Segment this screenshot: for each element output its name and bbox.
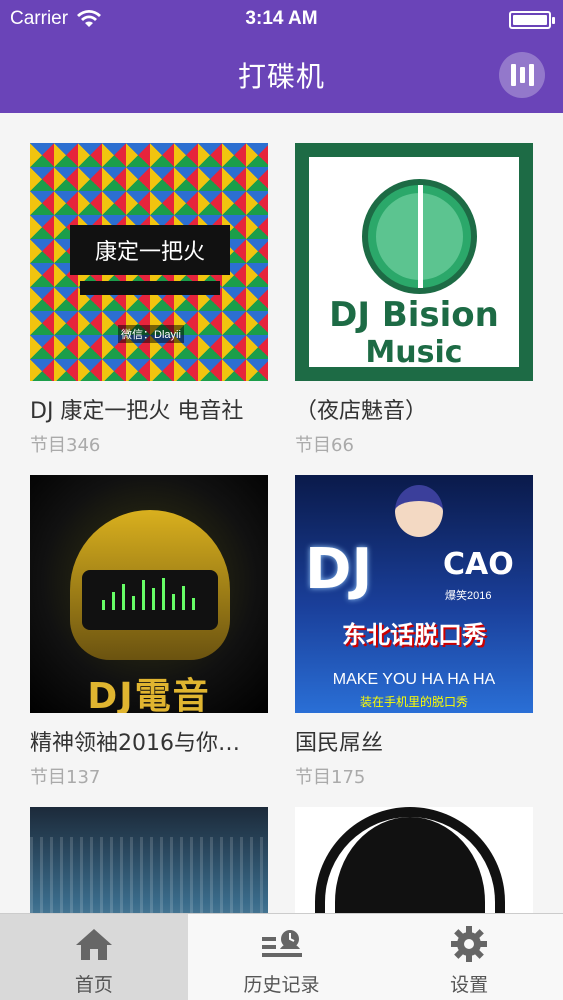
album-cover[interactable] [295,807,533,913]
album-card[interactable] [295,807,533,913]
page-title: 打碟机 [237,60,325,93]
cover-caption: 微信：Dlayii [118,325,184,343]
episode-count: 节目137 [30,767,101,788]
album-card[interactable]: DJ CAO 爆笑2016 东北话脱口秀 MAKE YOU HA HA HA 装… [295,475,533,789]
now-playing-button[interactable] [499,52,545,98]
episode-count: 节目175 [295,767,366,788]
navigation-bar: Carrier 3:14 AM 打碟机 [0,0,563,113]
tab-history[interactable]: 历史记录 [188,914,376,1000]
album-cover[interactable] [30,807,268,913]
episode-count: 节目346 [30,435,101,456]
cover-title: DJ電音 [87,676,211,713]
home-icon [75,929,112,960]
album-card[interactable] [30,807,268,913]
album-cover[interactable]: 康定一把火 微信：Dlayii [30,143,268,381]
equalizer-icon [510,64,516,86]
album-card[interactable]: 康定一把火 微信：Dlayii DJ 康定一把火 电音社 节目346 [30,143,268,457]
cover-title: DJ [305,537,373,602]
episode-count: 节目66 [295,435,354,456]
visor-waveform [82,570,218,630]
status-bar: Carrier 3:14 AM [0,0,563,38]
album-name[interactable]: DJ 康定一把火 电音社 [30,393,268,425]
cover-subtitle: CAO [443,547,514,582]
cover-subtitle: Music [365,335,463,370]
cover-headline: 东北话脱口秀 [342,621,486,649]
tab-home[interactable]: 首页 [0,914,188,1000]
album-cover[interactable]: DJ電音 [30,475,268,713]
album-cover[interactable]: DJ Bision Music [295,143,533,381]
album-name[interactable]: （夜店魅音） [295,393,533,425]
headphones-icon [315,807,505,913]
album-card[interactable]: DJ Bision Music （夜店魅音） 节目66 [295,143,533,457]
cover-year: 爆笑2016 [445,590,492,602]
battery-icon [509,11,555,29]
cartoon-avatar [395,485,443,537]
tab-label: 首页 [74,974,113,996]
album-cover[interactable]: DJ CAO 爆笑2016 东北话脱口秀 MAKE YOU HA HA HA 装… [295,475,533,713]
album-name[interactable]: 国民屌丝 [295,725,533,757]
album-name[interactable]: 精神领袖2016与你… [30,725,268,757]
cover-tagline: 装在手机里的脱口秀 [359,695,468,709]
stadium-image [30,837,268,913]
cover-title: DJ Bision [329,295,499,335]
cover-english: MAKE YOU HA HA HA [332,671,496,688]
peace-logo-icon [362,179,477,294]
tab-bar: 首页 历史记录 设置 [0,913,563,1000]
album-grid: 康定一把火 微信：Dlayii DJ 康定一把火 电音社 节目346 DJ Bi… [0,113,563,913]
tab-settings[interactable]: 设置 [375,914,563,1000]
album-card[interactable]: DJ電音 精神领袖2016与你… 节目137 [30,475,268,789]
cover-title: 康定一把火 [70,225,230,275]
gear-icon [451,926,488,962]
tab-label: 历史记录 [243,974,320,996]
tab-label: 设置 [450,974,489,996]
status-time: 3:14 AM [245,8,318,29]
history-icon [261,930,302,957]
